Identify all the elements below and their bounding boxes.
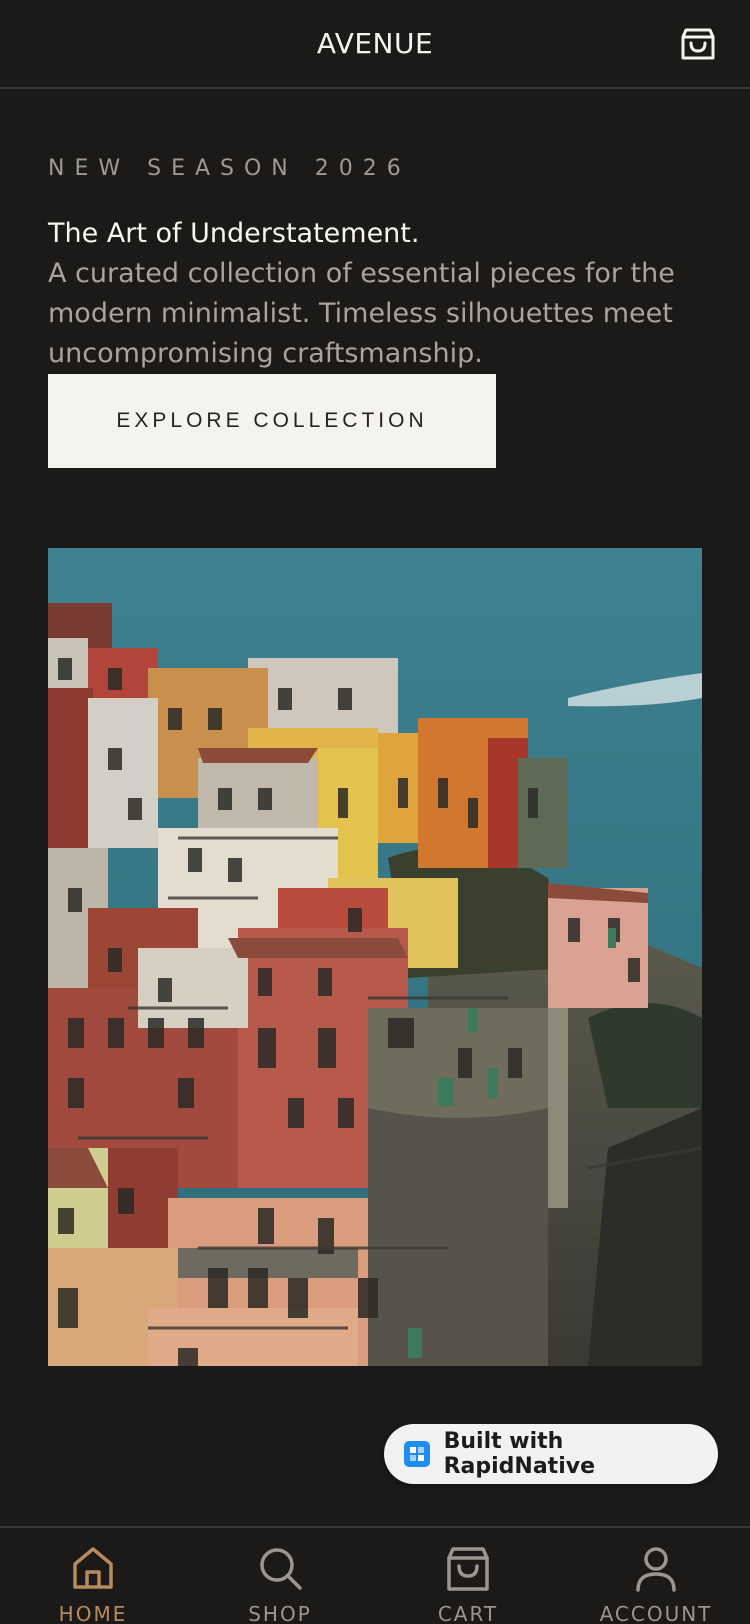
- hero-image: [48, 548, 702, 1366]
- tab-home[interactable]: HOME: [18, 1544, 168, 1624]
- explore-collection-button[interactable]: EXPLORE COLLECTION: [48, 374, 496, 468]
- home-icon: [73, 1547, 113, 1589]
- rapidnative-logo-icon: [404, 1441, 430, 1467]
- tab-shop-label: SHOP: [248, 1602, 312, 1624]
- shopping-bag-icon: [681, 28, 715, 60]
- badge-label: Built with RapidNative: [443, 1429, 595, 1479]
- season-eyebrow: NEW SEASON 2026: [48, 156, 411, 181]
- built-with-badge[interactable]: Built with RapidNative: [384, 1424, 718, 1484]
- tab-cart[interactable]: CART: [393, 1544, 543, 1624]
- user-icon: [636, 1547, 676, 1592]
- search-icon: [260, 1548, 302, 1590]
- tab-home-label: HOME: [58, 1602, 128, 1624]
- explore-collection-label: EXPLORE COLLECTION: [116, 409, 428, 432]
- header-cart-button[interactable]: [676, 22, 720, 66]
- shopping-bag-icon: [447, 1547, 489, 1591]
- hero-description: A curated collection of essential pieces…: [48, 258, 675, 369]
- brand-title: AVENUE: [316, 27, 434, 60]
- home-screen: AVENUE NEW SEASON 2026 The Art of Unders…: [0, 0, 750, 1624]
- tab-account[interactable]: ACCOUNT: [581, 1544, 731, 1624]
- tab-account-label: ACCOUNT: [599, 1602, 713, 1624]
- tab-cart-label: CART: [437, 1602, 499, 1624]
- tab-shop[interactable]: SHOP: [205, 1544, 355, 1624]
- hero-headline: The Art of Understatement.: [48, 218, 420, 249]
- bottom-tab-bar: HOME SHOP CART ACCOUNT: [0, 1526, 750, 1624]
- top-header: AVENUE: [0, 0, 750, 89]
